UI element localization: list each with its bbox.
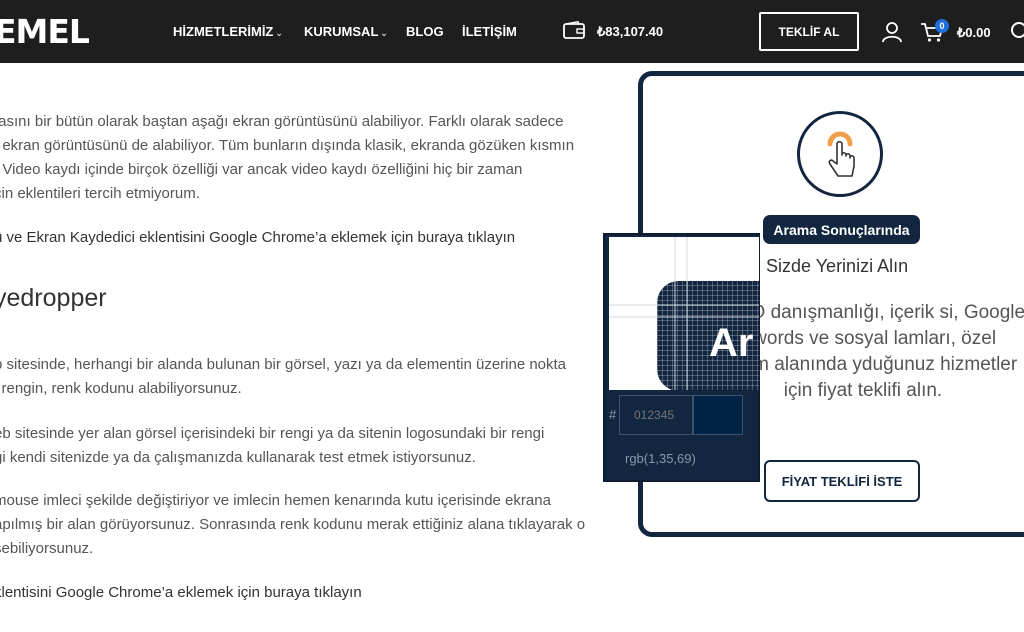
article-text-line: apılmış bir alan görüyorsunuz. Sonrasınd… <box>0 516 586 533</box>
nav-label: HİZMETLERİMİZ <box>173 24 274 39</box>
article-text-line: çin eklentileri tercih etmiyorum. <box>0 185 200 202</box>
article-text-line: i rengin, renk kodunu alabiliyorsunuz. <box>0 380 242 397</box>
wallet-balance[interactable]: ₺83,107.40 <box>597 24 663 40</box>
promo-icon-circle <box>797 111 883 197</box>
eyedropper-panel: Ar # rgb(1,35,69) <box>603 233 760 482</box>
cart-total[interactable]: ₺0.00 <box>957 25 991 41</box>
magnifier-crosshair <box>609 237 759 390</box>
nav-iletisim[interactable]: İLETİŞİM <box>462 24 517 39</box>
wallet-icon[interactable] <box>563 21 585 39</box>
site-logo[interactable]: EMEL <box>0 12 90 51</box>
pointer-hand-icon <box>827 131 855 177</box>
article-text-line: mouse imleci şekilde değiştiriyor ve iml… <box>0 492 551 509</box>
article-link-screen-recorder[interactable]: ü ve Ekran Kaydedici eklentisini Google … <box>0 226 515 250</box>
hex-hash-label: # <box>609 407 617 422</box>
promo-badge: Arama Sonuçlarında <box>763 215 920 244</box>
header-bar: EMEL HİZMETLERİMİZ ⌄ KURUMSAL ⌄ BLOG İLETİ… <box>0 0 1024 63</box>
quote-button[interactable]: TEKLİF AL <box>759 12 859 51</box>
article-text-line: ı ekran görüntüsünü de alabiliyor. Tüm b… <box>0 137 575 154</box>
eyedropper-magnifier: Ar <box>609 237 759 390</box>
chevron-down-icon: ⌄ <box>380 28 388 38</box>
article-text-line: b sitesinde, herhangi bir alanda bulunan… <box>0 356 567 373</box>
price-quote-button[interactable]: FİYAT TEKLİFİ İSTE <box>764 460 920 502</box>
article-text-line: eb sitesinde yer alan görsel içerisindek… <box>0 425 545 442</box>
nav-kurumsal[interactable]: KURUMSAL ⌄ <box>304 24 388 39</box>
search-icon[interactable] <box>1010 21 1024 43</box>
nav-label: KURUMSAL <box>304 24 379 39</box>
section-heading-eyedropper: yedropper <box>0 284 107 312</box>
article-text-line: gi kendi sitenizde ya da çalışmanızda ku… <box>0 449 476 466</box>
promo-subtitle: Sizde Yerinizi Alın <box>766 256 909 276</box>
color-swatch <box>693 395 743 435</box>
cart-count-badge: 0 <box>935 19 949 33</box>
nav-label: BLOG <box>406 24 444 39</box>
article-text-line: fasını bir bütün olarak baştan aşağı ekr… <box>0 113 564 130</box>
article-text-line: . Video kaydı içinde birçok özelliği var… <box>0 161 523 178</box>
chevron-down-icon: ⌄ <box>275 28 283 38</box>
user-icon[interactable] <box>881 21 903 43</box>
nav-hizmetlerimiz[interactable]: HİZMETLERİMİZ ⌄ <box>173 24 283 39</box>
hex-code-input[interactable] <box>619 395 693 435</box>
rgb-value: rgb(1,35,69) <box>625 451 696 466</box>
article-text-line: şebiliyorsunuz. <box>0 540 94 557</box>
nav-blog[interactable]: BLOG <box>406 24 444 39</box>
article-link-eyedropper[interactable]: klentisini Google Chrome’a eklemek için … <box>0 581 362 605</box>
nav-label: İLETİŞİM <box>462 24 517 39</box>
